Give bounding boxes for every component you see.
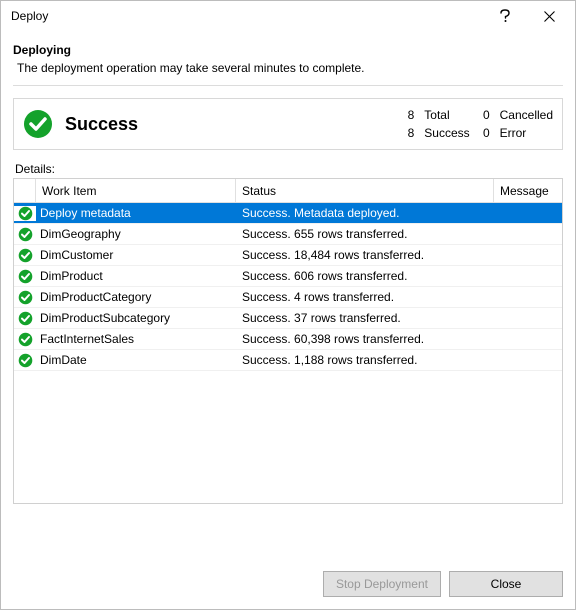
cell-status: Success. 1,188 rows transferred. bbox=[236, 353, 494, 367]
total-label: Total bbox=[424, 108, 469, 122]
success-icon bbox=[18, 353, 33, 368]
help-button[interactable] bbox=[483, 2, 527, 30]
table-row[interactable]: DimDateSuccess. 1,188 rows transferred. bbox=[14, 350, 562, 371]
cell-status: Success. 655 rows transferred. bbox=[236, 227, 494, 241]
cell-work-item: DimProduct bbox=[36, 269, 236, 283]
cell-status: Success. 37 rows transferred. bbox=[236, 311, 494, 325]
col-work-item[interactable]: Work Item bbox=[36, 179, 236, 203]
row-icon bbox=[14, 332, 36, 347]
total-count: 8 bbox=[404, 108, 414, 122]
row-icon bbox=[14, 290, 36, 305]
cell-work-item: DimGeography bbox=[36, 227, 236, 241]
banner-stats: 8 Total 0 Cancelled 8 Success 0 Error bbox=[404, 108, 553, 140]
cell-work-item: DimDate bbox=[36, 353, 236, 367]
col-status[interactable]: Status bbox=[236, 179, 494, 203]
table-row[interactable]: DimProductSubcategorySuccess. 37 rows tr… bbox=[14, 308, 562, 329]
cell-work-item: DimProductSubcategory bbox=[36, 311, 236, 325]
cell-work-item: DimCustomer bbox=[36, 248, 236, 262]
window-title: Deploy bbox=[11, 9, 483, 23]
table-header: Work Item Status Message bbox=[14, 179, 562, 203]
success-icon bbox=[18, 332, 33, 347]
table-body: Deploy metadataSuccess. Metadata deploye… bbox=[14, 203, 562, 503]
cell-status: Success. 18,484 rows transferred. bbox=[236, 248, 494, 262]
col-icon[interactable] bbox=[14, 179, 36, 203]
cell-status: Success. 4 rows transferred. bbox=[236, 290, 494, 304]
success-icon bbox=[18, 227, 33, 242]
button-bar: Stop Deployment Close bbox=[1, 561, 575, 609]
success-icon bbox=[18, 311, 33, 326]
row-icon bbox=[14, 248, 36, 263]
cancelled-label: Cancelled bbox=[500, 108, 553, 122]
success-icon bbox=[18, 290, 33, 305]
error-label: Error bbox=[500, 126, 553, 140]
table-row[interactable]: DimGeographySuccess. 655 rows transferre… bbox=[14, 224, 562, 245]
success-icon bbox=[23, 109, 53, 139]
cell-work-item: DimProductCategory bbox=[36, 290, 236, 304]
cell-status: Success. 60,398 rows transferred. bbox=[236, 332, 494, 346]
error-count: 0 bbox=[480, 126, 490, 140]
row-icon bbox=[14, 206, 36, 221]
titlebar: Deploy bbox=[1, 1, 575, 31]
details-label: Details: bbox=[15, 162, 563, 176]
success-label: Success bbox=[424, 126, 469, 140]
success-icon bbox=[18, 206, 33, 221]
col-message[interactable]: Message bbox=[494, 179, 562, 203]
table-row[interactable]: Deploy metadataSuccess. Metadata deploye… bbox=[14, 203, 562, 224]
close-button[interactable]: Close bbox=[449, 571, 563, 597]
row-icon bbox=[14, 311, 36, 326]
row-icon bbox=[14, 353, 36, 368]
cell-status: Success. 606 rows transferred. bbox=[236, 269, 494, 283]
content-area: Deploying The deployment operation may t… bbox=[1, 31, 575, 178]
cell-work-item: FactInternetSales bbox=[36, 332, 236, 346]
stop-deployment-button[interactable]: Stop Deployment bbox=[323, 571, 441, 597]
close-window-button[interactable] bbox=[527, 2, 571, 30]
help-icon bbox=[499, 9, 511, 23]
status-banner: Success 8 Total 0 Cancelled 8 Success 0 … bbox=[13, 98, 563, 150]
row-icon bbox=[14, 269, 36, 284]
row-icon bbox=[14, 227, 36, 242]
success-icon bbox=[18, 269, 33, 284]
details-table: Work Item Status Message Deploy metadata… bbox=[13, 178, 563, 504]
cell-status: Success. Metadata deployed. bbox=[236, 206, 494, 220]
cell-work-item: Deploy metadata bbox=[36, 206, 236, 220]
page-heading: Deploying bbox=[13, 43, 563, 57]
close-icon bbox=[544, 11, 555, 22]
table-row[interactable]: DimCustomerSuccess. 18,484 rows transfer… bbox=[14, 245, 562, 266]
success-icon bbox=[18, 248, 33, 263]
cancelled-count: 0 bbox=[480, 108, 490, 122]
banner-title: Success bbox=[65, 114, 404, 135]
success-count: 8 bbox=[404, 126, 414, 140]
table-row[interactable]: DimProductSuccess. 606 rows transferred. bbox=[14, 266, 562, 287]
divider bbox=[13, 85, 563, 86]
table-row[interactable]: FactInternetSalesSuccess. 60,398 rows tr… bbox=[14, 329, 562, 350]
table-row[interactable]: DimProductCategorySuccess. 4 rows transf… bbox=[14, 287, 562, 308]
page-subtext: The deployment operation may take severa… bbox=[17, 61, 563, 75]
